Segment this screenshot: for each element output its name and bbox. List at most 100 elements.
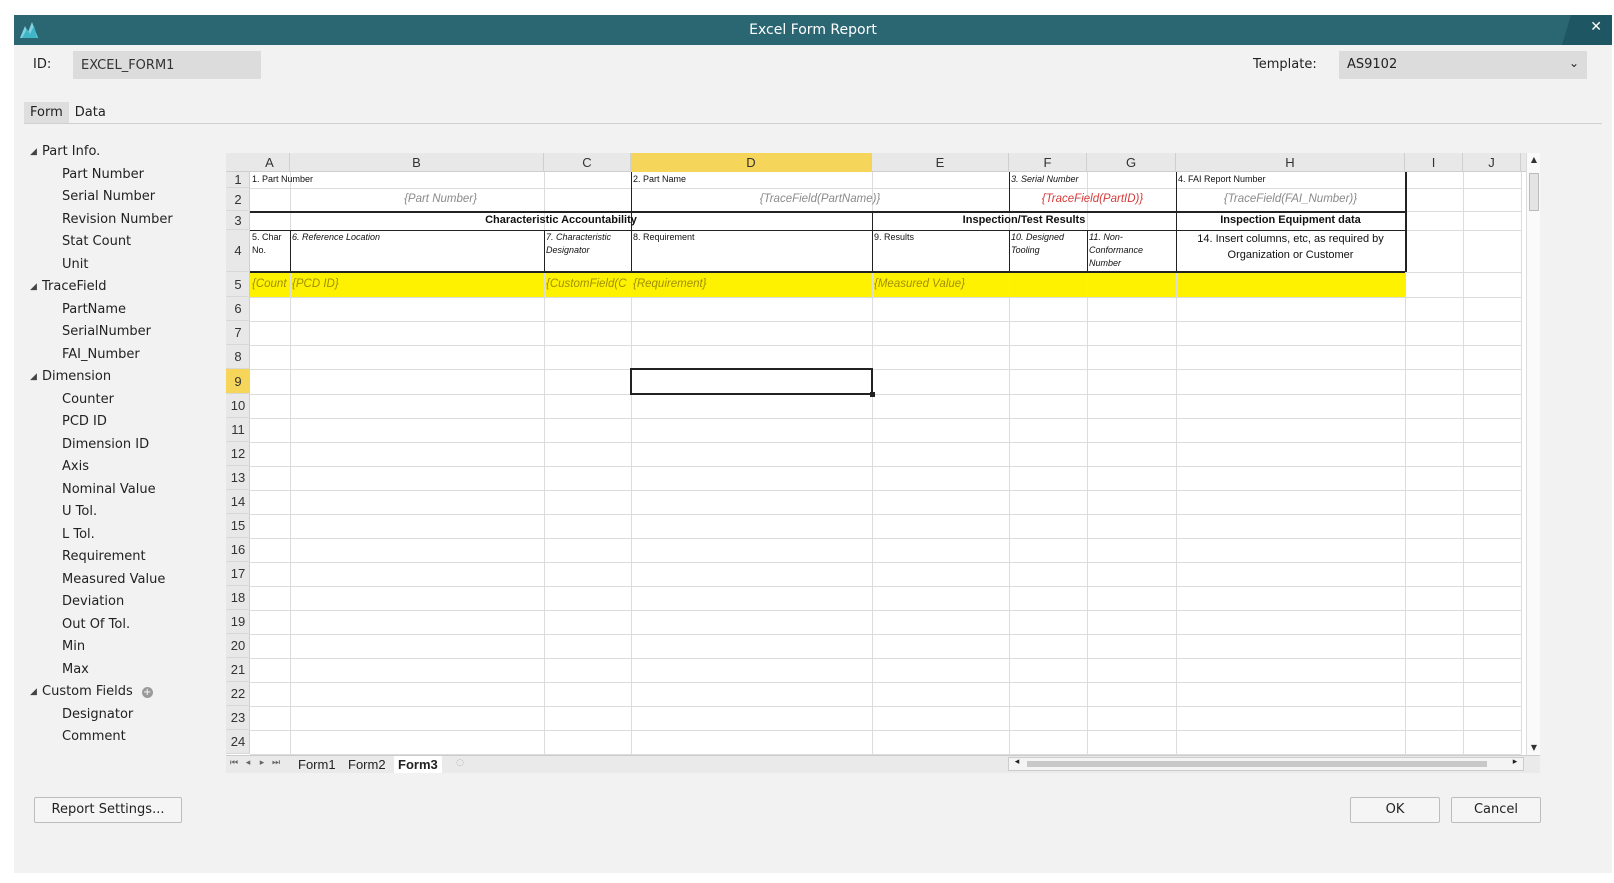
next-sheet-icon[interactable]: ▸ [256, 758, 268, 768]
tree-item[interactable]: Serial Number [30, 186, 220, 209]
cell-c4[interactable]: 7. Characteristic Designator [546, 231, 629, 271]
row-header-20[interactable]: 20 [226, 634, 250, 658]
expand-arrow-icon[interactable]: ◢ [30, 681, 42, 704]
column-header-h[interactable]: H [1176, 153, 1405, 172]
row-header-24[interactable]: 24 [226, 730, 250, 754]
column-header-d[interactable]: D [631, 153, 872, 172]
sheet-tab-form3[interactable]: Form3 [394, 756, 442, 773]
row-header-14[interactable]: 14 [226, 490, 250, 514]
tree-item[interactable]: FAI_Number [30, 344, 220, 367]
column-header-j[interactable]: J [1463, 153, 1521, 172]
scroll-up-icon[interactable]: ▲ [1527, 153, 1541, 167]
tree-item[interactable]: Nominal Value [30, 479, 220, 502]
tree-item[interactable]: Axis [30, 456, 220, 479]
cell-b5[interactable]: {PCD ID} [292, 273, 542, 296]
tree-group-0[interactable]: ◢ Part Info. [30, 141, 220, 164]
row-header-4[interactable]: 4 [226, 230, 250, 272]
tree-item[interactable]: Dimension ID [30, 434, 220, 457]
cell-h3[interactable]: Inspection Equipment data [1178, 212, 1403, 229]
horizontal-scrollbar[interactable]: ◂ ▸ [1008, 757, 1524, 771]
tab-data[interactable]: Data [69, 102, 112, 123]
tree-item[interactable]: L Tol. [30, 524, 220, 547]
column-header-c[interactable]: C [544, 153, 631, 172]
row-header-11[interactable]: 11 [226, 418, 250, 442]
id-field[interactable] [73, 51, 261, 79]
row-header-16[interactable]: 16 [226, 538, 250, 562]
row-header-3[interactable]: 3 [226, 211, 250, 230]
scroll-thumb[interactable] [1529, 173, 1539, 211]
tree-item[interactable]: U Tol. [30, 501, 220, 524]
row-header-21[interactable]: 21 [226, 658, 250, 682]
tree-item[interactable]: PartName [30, 299, 220, 322]
row-header-1[interactable]: 1 [226, 172, 250, 188]
tree-item[interactable]: Counter [30, 389, 220, 412]
cell-h2[interactable]: {TraceField(FAI_Number)} [1178, 189, 1403, 210]
cell-d5[interactable]: {Requirement} [633, 273, 870, 296]
tree-item[interactable]: Designator [30, 704, 220, 727]
cell-c5[interactable]: {CustomField(C [546, 273, 629, 296]
cell-b2[interactable]: {Part Number} [252, 189, 629, 210]
column-header-a[interactable]: A [250, 153, 290, 172]
add-custom-field-icon[interactable]: + [141, 686, 153, 698]
tree-item[interactable]: SerialNumber [30, 321, 220, 344]
row-header-12[interactable]: 12 [226, 442, 250, 466]
tree-item[interactable]: Min [30, 636, 220, 659]
sheet-tab-form2[interactable]: Form2 [344, 756, 390, 773]
row-header-18[interactable]: 18 [226, 586, 250, 610]
column-header-e[interactable]: E [872, 153, 1009, 172]
first-sheet-icon[interactable]: ⏮ [228, 758, 240, 768]
cell-e5[interactable]: {Measured Value} [874, 273, 1085, 296]
column-header-b[interactable]: B [290, 153, 544, 172]
row-header-6[interactable]: 6 [226, 297, 250, 321]
expand-arrow-icon[interactable]: ◢ [30, 366, 42, 389]
scroll-left-icon[interactable]: ◂ [1011, 757, 1023, 767]
row-header-23[interactable]: 23 [226, 706, 250, 730]
scroll-right-icon[interactable]: ▸ [1509, 757, 1521, 767]
tree-item[interactable]: Measured Value [30, 569, 220, 592]
cell-h1[interactable]: 4. FAI Report Number [1178, 173, 1403, 187]
tree-group-2[interactable]: ◢ Dimension [30, 366, 220, 389]
row-header-7[interactable]: 7 [226, 321, 250, 345]
cell-a5[interactable]: {Count [252, 273, 288, 296]
close-icon[interactable]: ✕ [1590, 19, 1602, 35]
row-header-15[interactable]: 15 [226, 514, 250, 538]
last-sheet-icon[interactable]: ⏭ [270, 758, 282, 768]
expand-arrow-icon[interactable]: ◢ [30, 141, 42, 164]
cell-g4[interactable]: 11. Non-Conformance Number [1089, 231, 1174, 271]
cell-a1[interactable]: 1. Part Number [252, 173, 629, 187]
sheet-tab-form1[interactable]: Form1 [294, 756, 340, 773]
hscroll-thumb[interactable] [1027, 761, 1487, 767]
tree-item[interactable]: Requirement [30, 546, 220, 569]
row-header-17[interactable]: 17 [226, 562, 250, 586]
row-header-22[interactable]: 22 [226, 682, 250, 706]
cell-e4[interactable]: 9. Results [874, 231, 1007, 271]
row-header-13[interactable]: 13 [226, 466, 250, 490]
expand-arrow-icon[interactable]: ◢ [30, 276, 42, 299]
cell-f4[interactable]: 10. Designed Tooling [1011, 231, 1085, 271]
tree-item[interactable]: Stat Count [30, 231, 220, 254]
column-header-i[interactable]: I [1405, 153, 1463, 172]
ok-button[interactable]: OK [1350, 797, 1440, 823]
fill-handle[interactable] [870, 392, 875, 397]
tree-item[interactable]: Revision Number [30, 209, 220, 232]
cell-e3[interactable]: Inspection/Test Results [874, 212, 1174, 229]
prev-sheet-icon[interactable]: ◂ [242, 758, 254, 768]
tree-group-1[interactable]: ◢ TraceField [30, 276, 220, 299]
scroll-down-icon[interactable]: ▼ [1527, 741, 1541, 755]
add-sheet-icon[interactable]: ◌ [454, 758, 466, 768]
cancel-button[interactable]: Cancel [1451, 797, 1541, 823]
tree-item[interactable]: Unit [30, 254, 220, 277]
cell-d1[interactable]: 2. Part Name [633, 173, 1007, 187]
cell-f1[interactable]: 3. Serial Number [1011, 173, 1174, 187]
tree-item[interactable]: Comment [30, 726, 220, 749]
cell-h4[interactable]: 14. Insert columns, etc, as required by … [1178, 231, 1403, 271]
tree-item[interactable]: Part Number [30, 164, 220, 187]
column-header-g[interactable]: G [1087, 153, 1176, 172]
row-header-2[interactable]: 2 [226, 188, 250, 211]
tab-form[interactable]: Form [24, 102, 69, 123]
cell-grid[interactable]: 1. Part Number 2. Part Name 3. Serial Numb… [250, 172, 1526, 755]
cell-b4[interactable]: 6. Reference Location [292, 231, 542, 271]
row-header-10[interactable]: 10 [226, 394, 250, 418]
row-header-19[interactable]: 19 [226, 610, 250, 634]
row-header-9[interactable]: 9 [226, 369, 250, 394]
